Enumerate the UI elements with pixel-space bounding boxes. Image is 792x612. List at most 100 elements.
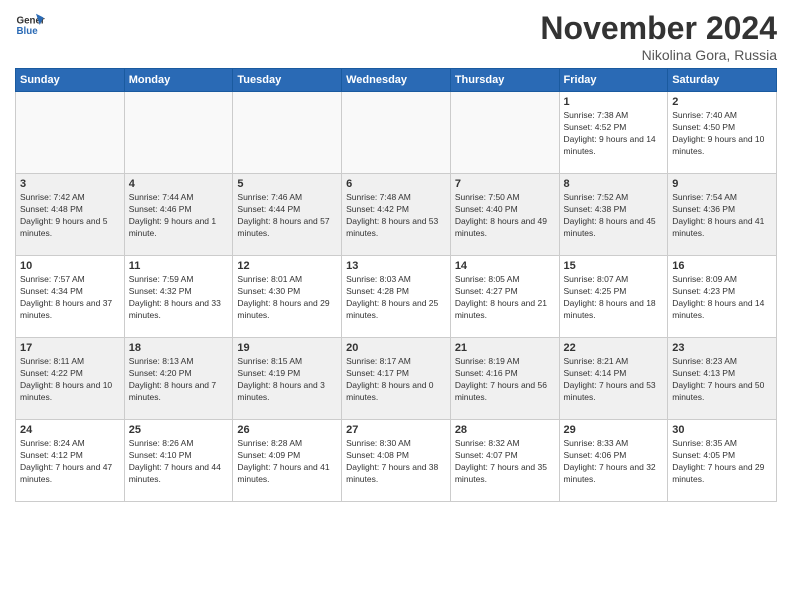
weekday-header-row: Sunday Monday Tuesday Wednesday Thursday…: [16, 69, 777, 92]
day-number: 24: [20, 424, 120, 436]
calendar-week-row: 3Sunrise: 7:42 AM Sunset: 4:48 PM Daylig…: [16, 174, 777, 256]
day-info: Sunrise: 7:40 AM Sunset: 4:50 PM Dayligh…: [672, 110, 772, 158]
day-number: 14: [455, 260, 555, 272]
calendar-week-row: 1 Sunrise: 7:38 AM Sunset: 4:52 PM Daylig…: [16, 92, 777, 174]
day-info: Sunrise: 7:38 AM Sunset: 4:52 PM Dayligh…: [564, 110, 664, 158]
table-row: 1 Sunrise: 7:38 AM Sunset: 4:52 PM Daylig…: [559, 92, 668, 174]
table-row: 8 Sunrise: 7:52 AM Sunset: 4:38 PM Daylig…: [559, 174, 668, 256]
day-number: 12: [237, 260, 337, 272]
day-info: Sunrise: 7:50 AM Sunset: 4:40 PM Dayligh…: [455, 192, 555, 240]
day-number: 11: [129, 260, 229, 272]
day-info: Sunrise: 8:01 AM Sunset: 4:30 PM Dayligh…: [237, 274, 337, 322]
table-row: 27Sunrise: 8:30 AM Sunset: 4:08 PM Dayli…: [342, 420, 451, 502]
day-info: Sunrise: 8:35 AM Sunset: 4:05 PM Dayligh…: [672, 438, 772, 486]
logo-icon: General Blue: [15, 10, 45, 40]
day-number: 9: [672, 178, 772, 190]
day-info: Sunrise: 8:30 AM Sunset: 4:08 PM Dayligh…: [346, 438, 446, 486]
table-row: 28Sunrise: 8:32 AM Sunset: 4:07 PM Dayli…: [450, 420, 559, 502]
day-number: 15: [564, 260, 664, 272]
table-row: 25 Sunrise: 8:26 AM Sunset: 4:10 PM Dayli…: [124, 420, 233, 502]
calendar-table: Sunday Monday Tuesday Wednesday Thursday…: [15, 68, 777, 502]
table-row: 5 Sunrise: 7:46 AM Sunset: 4:44 PM Daylig…: [233, 174, 342, 256]
calendar-body: 1 Sunrise: 7:38 AM Sunset: 4:52 PM Daylig…: [16, 92, 777, 502]
day-info: Sunrise: 8:26 AM Sunset: 4:10 PM Dayligh…: [129, 438, 229, 486]
table-row: 2 Sunrise: 7:40 AM Sunset: 4:50 PM Daylig…: [668, 92, 777, 174]
day-number: 5: [237, 178, 337, 190]
table-row: 30Sunrise: 8:35 AM Sunset: 4:05 PM Dayli…: [668, 420, 777, 502]
day-info: Sunrise: 8:19 AM Sunset: 4:16 PM Dayligh…: [455, 356, 555, 404]
table-row: [450, 92, 559, 174]
day-info: Sunrise: 7:57 AM Sunset: 4:34 PM Dayligh…: [20, 274, 120, 322]
header-monday: Monday: [124, 69, 233, 92]
header-sunday: Sunday: [16, 69, 125, 92]
calendar-week-row: 17 Sunrise: 8:11 AM Sunset: 4:22 PM Dayli…: [16, 338, 777, 420]
table-row: 19 Sunrise: 8:15 AM Sunset: 4:19 PM Dayli…: [233, 338, 342, 420]
day-number: 1: [564, 96, 664, 108]
table-row: 11 Sunrise: 7:59 AM Sunset: 4:32 PM Dayli…: [124, 256, 233, 338]
day-number: 16: [672, 260, 772, 272]
table-row: 21Sunrise: 8:19 AM Sunset: 4:16 PM Dayli…: [450, 338, 559, 420]
logo: General Blue: [15, 10, 45, 40]
table-row: 12 Sunrise: 8:01 AM Sunset: 4:30 PM Dayli…: [233, 256, 342, 338]
day-info: Sunrise: 7:42 AM Sunset: 4:48 PM Dayligh…: [20, 192, 120, 240]
day-info: Sunrise: 8:07 AM Sunset: 4:25 PM Dayligh…: [564, 274, 664, 322]
day-info: Sunrise: 8:28 AM Sunset: 4:09 PM Dayligh…: [237, 438, 337, 486]
table-row: [342, 92, 451, 174]
day-info: Sunrise: 7:59 AM Sunset: 4:32 PM Dayligh…: [129, 274, 229, 322]
day-number: 17: [20, 342, 120, 354]
table-row: 3Sunrise: 7:42 AM Sunset: 4:48 PM Daylig…: [16, 174, 125, 256]
day-number: 20: [346, 342, 446, 354]
day-info: Sunrise: 8:32 AM Sunset: 4:07 PM Dayligh…: [455, 438, 555, 486]
table-row: 20Sunrise: 8:17 AM Sunset: 4:17 PM Dayli…: [342, 338, 451, 420]
day-number: 19: [237, 342, 337, 354]
header-saturday: Saturday: [668, 69, 777, 92]
day-info: Sunrise: 7:54 AM Sunset: 4:36 PM Dayligh…: [672, 192, 772, 240]
table-row: 18 Sunrise: 8:13 AM Sunset: 4:20 PM Dayli…: [124, 338, 233, 420]
day-number: 8: [564, 178, 664, 190]
table-row: 4 Sunrise: 7:44 AM Sunset: 4:46 PM Daylig…: [124, 174, 233, 256]
day-info: Sunrise: 8:15 AM Sunset: 4:19 PM Dayligh…: [237, 356, 337, 404]
header-thursday: Thursday: [450, 69, 559, 92]
day-number: 13: [346, 260, 446, 272]
day-info: Sunrise: 8:09 AM Sunset: 4:23 PM Dayligh…: [672, 274, 772, 322]
day-info: Sunrise: 8:11 AM Sunset: 4:22 PM Dayligh…: [20, 356, 120, 404]
day-number: 25: [129, 424, 229, 436]
day-number: 7: [455, 178, 555, 190]
table-row: 24Sunrise: 8:24 AM Sunset: 4:12 PM Dayli…: [16, 420, 125, 502]
day-number: 26: [237, 424, 337, 436]
day-number: 4: [129, 178, 229, 190]
day-info: Sunrise: 8:03 AM Sunset: 4:28 PM Dayligh…: [346, 274, 446, 322]
day-info: Sunrise: 7:52 AM Sunset: 4:38 PM Dayligh…: [564, 192, 664, 240]
header: General Blue November 2024 Nikolina Gora…: [15, 10, 777, 63]
table-row: 29Sunrise: 8:33 AM Sunset: 4:06 PM Dayli…: [559, 420, 668, 502]
table-row: [124, 92, 233, 174]
day-number: 29: [564, 424, 664, 436]
table-row: 7 Sunrise: 7:50 AM Sunset: 4:40 PM Daylig…: [450, 174, 559, 256]
table-row: 15 Sunrise: 8:07 AM Sunset: 4:25 PM Dayli…: [559, 256, 668, 338]
table-row: 26 Sunrise: 8:28 AM Sunset: 4:09 PM Dayli…: [233, 420, 342, 502]
table-row: 9 Sunrise: 7:54 AM Sunset: 4:36 PM Daylig…: [668, 174, 777, 256]
day-number: 23: [672, 342, 772, 354]
day-info: Sunrise: 8:05 AM Sunset: 4:27 PM Dayligh…: [455, 274, 555, 322]
month-title: November 2024: [540, 10, 777, 47]
table-row: 6Sunrise: 7:48 AM Sunset: 4:42 PM Daylig…: [342, 174, 451, 256]
page-container: General Blue November 2024 Nikolina Gora…: [0, 0, 792, 512]
svg-text:Blue: Blue: [17, 26, 39, 37]
day-number: 18: [129, 342, 229, 354]
day-number: 22: [564, 342, 664, 354]
table-row: [233, 92, 342, 174]
day-number: 6: [346, 178, 446, 190]
table-row: 23 Sunrise: 8:23 AM Sunset: 4:13 PM Dayli…: [668, 338, 777, 420]
day-info: Sunrise: 7:46 AM Sunset: 4:44 PM Dayligh…: [237, 192, 337, 240]
day-info: Sunrise: 8:23 AM Sunset: 4:13 PM Dayligh…: [672, 356, 772, 404]
day-info: Sunrise: 7:44 AM Sunset: 4:46 PM Dayligh…: [129, 192, 229, 240]
day-info: Sunrise: 8:13 AM Sunset: 4:20 PM Dayligh…: [129, 356, 229, 404]
title-block: November 2024 Nikolina Gora, Russia: [540, 10, 777, 63]
day-info: Sunrise: 8:21 AM Sunset: 4:14 PM Dayligh…: [564, 356, 664, 404]
header-wednesday: Wednesday: [342, 69, 451, 92]
day-number: 2: [672, 96, 772, 108]
table-row: 22 Sunrise: 8:21 AM Sunset: 4:14 PM Dayli…: [559, 338, 668, 420]
day-number: 10: [20, 260, 120, 272]
table-row: 17 Sunrise: 8:11 AM Sunset: 4:22 PM Dayli…: [16, 338, 125, 420]
header-friday: Friday: [559, 69, 668, 92]
